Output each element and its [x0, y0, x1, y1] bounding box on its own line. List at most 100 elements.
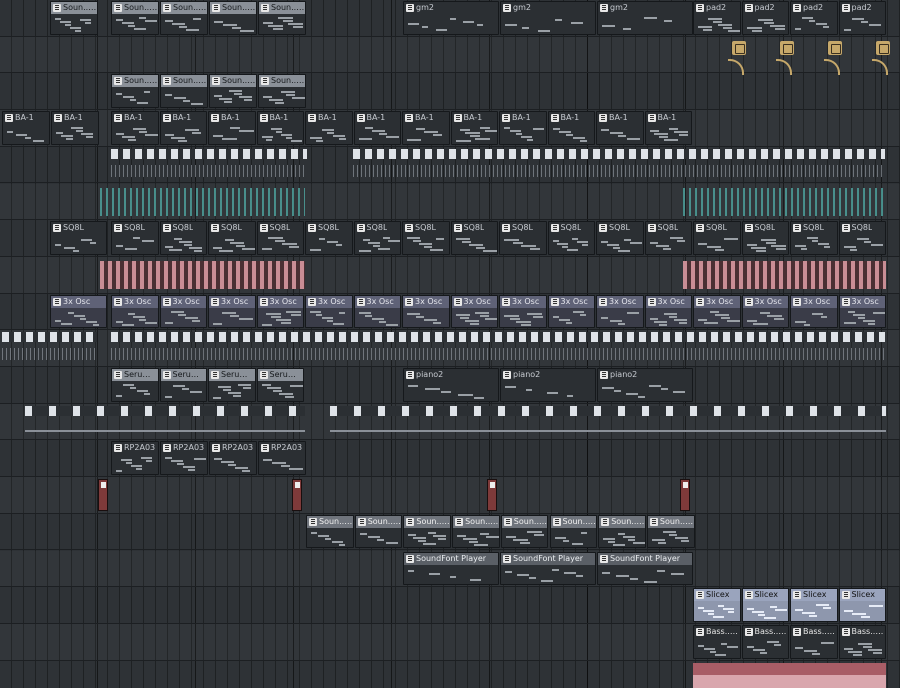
pattern-clip[interactable]: gm2	[597, 1, 693, 35]
pattern-clip[interactable]: BA-1	[111, 111, 159, 145]
pattern-clip[interactable]: Soun...yer	[209, 1, 257, 35]
playlist-track-6[interactable]	[0, 184, 900, 221]
pattern-menu-icon[interactable]	[744, 224, 753, 233]
pattern-clip[interactable]: Bass...sion	[838, 624, 886, 659]
pattern-clip[interactable]: pad2	[693, 1, 741, 35]
pattern-clip[interactable]: SQ8L	[741, 221, 789, 255]
pattern-menu-icon[interactable]	[744, 297, 753, 306]
pattern-clip[interactable]: SQ8L	[790, 221, 838, 255]
pattern-clip[interactable]: Soun...r #2	[111, 74, 159, 109]
pattern-clip[interactable]: 3x Osc	[353, 294, 401, 329]
pattern-clip[interactable]: 3x Osc	[305, 294, 353, 329]
pattern-menu-icon[interactable]	[744, 627, 753, 636]
playlist-track-5[interactable]	[0, 147, 900, 184]
playlist-track-3[interactable]: Soun...r #2 Soun...r #2 Soun...r #2 Soun...…	[0, 73, 900, 111]
pattern-clip[interactable]: BA-1	[450, 111, 498, 145]
pattern-menu-icon[interactable]	[163, 4, 171, 12]
pattern-clip[interactable]: Soun...yer	[598, 514, 646, 549]
pattern-menu-icon[interactable]	[600, 371, 608, 379]
pattern-menu-icon[interactable]	[259, 224, 268, 233]
pattern-menu-icon[interactable]	[649, 517, 658, 526]
pattern-menu-icon[interactable]	[5, 114, 13, 123]
pattern-clip[interactable]: Soun...yer	[160, 1, 208, 35]
pattern-clip[interactable]: Serum 2	[208, 368, 256, 402]
pattern-menu-icon[interactable]	[696, 627, 704, 636]
playlist-track-10[interactable]	[0, 330, 900, 367]
pattern-clip[interactable]: Soun...r #2	[209, 74, 257, 109]
pattern-clip[interactable]: BA-1	[208, 111, 256, 145]
pattern-clip[interactable]: Bass...sion	[790, 624, 838, 659]
pattern-menu-icon[interactable]	[552, 517, 561, 526]
pattern-menu-icon[interactable]	[647, 297, 656, 306]
pattern-menu-icon[interactable]	[696, 4, 704, 12]
pattern-strip[interactable]	[111, 148, 307, 159]
pattern-clip[interactable]: SQ8L	[838, 221, 886, 255]
automation-clip-icon[interactable]	[732, 40, 746, 55]
pattern-clip[interactable]: Slicex	[693, 588, 741, 622]
pattern-clip[interactable]: Serum 2	[159, 368, 207, 402]
pattern-clip[interactable]: SQ8L	[693, 221, 741, 255]
pattern-menu-icon[interactable]	[211, 224, 219, 233]
pattern-clip[interactable]: SQ8L	[450, 221, 498, 255]
pattern-menu-icon[interactable]	[114, 371, 122, 379]
audio-clip-teal[interactable]	[100, 187, 305, 216]
pattern-menu-icon[interactable]	[793, 591, 801, 600]
pattern-menu-icon[interactable]	[53, 4, 61, 12]
playlist-track-17[interactable]: Slicex Slicex Slicex Slicex	[0, 587, 900, 624]
pattern-menu-icon[interactable]	[356, 297, 365, 306]
pattern-menu-icon[interactable]	[357, 517, 366, 526]
pattern-clip[interactable]: SQ8L	[499, 221, 547, 255]
pattern-clip[interactable]: BA-1	[644, 111, 692, 145]
pattern-menu-icon[interactable]	[162, 114, 171, 123]
pattern-clip[interactable]: Soun...yer	[258, 1, 306, 35]
pattern-clip[interactable]: SoundFont Player	[500, 551, 596, 586]
pattern-menu-icon[interactable]	[261, 77, 269, 86]
audio-clip-pink[interactable]	[100, 260, 305, 289]
pattern-clip[interactable]: SQ8L	[159, 221, 207, 255]
playlist-track-13[interactable]: RP2A03 RP2A03 RP2A03 RP2A03	[0, 440, 900, 478]
playlist-track-9[interactable]: 3x Osc 3x Osc 3x Osc 3x Osc 3x Osc 3x Osc 3x O…	[0, 294, 900, 331]
pattern-menu-icon[interactable]	[453, 224, 462, 233]
pattern-clip[interactable]: Soun...yer	[306, 514, 354, 549]
pattern-clip[interactable]: BA-1	[499, 111, 547, 145]
pattern-menu-icon[interactable]	[599, 297, 607, 306]
pattern-clip[interactable]: 3x Osc	[838, 294, 886, 329]
pattern-clip[interactable]: pad2	[790, 1, 838, 35]
pattern-clip[interactable]: RP2A03	[209, 441, 257, 476]
pattern-menu-icon[interactable]	[406, 371, 414, 379]
pattern-clip[interactable]: Soun...r #2	[258, 74, 306, 109]
audio-clip[interactable]	[98, 479, 108, 512]
pattern-menu-icon[interactable]	[793, 627, 801, 636]
pattern-menu-icon[interactable]	[550, 114, 559, 123]
pattern-menu-icon[interactable]	[503, 371, 511, 379]
playlist-track-18[interactable]: Bass...sion Bass...sion Bass...sion Bass...…	[0, 624, 900, 661]
pattern-menu-icon[interactable]	[114, 444, 122, 453]
pattern-menu-icon[interactable]	[114, 297, 122, 306]
pattern-clip[interactable]: SQ8L	[256, 221, 304, 255]
pattern-clip[interactable]: 3x Osc	[644, 294, 692, 329]
playlist-track-8[interactable]	[0, 257, 900, 294]
pattern-clip[interactable]: 3x Osc	[450, 294, 498, 329]
pattern-menu-icon[interactable]	[696, 297, 704, 306]
pattern-clip[interactable]: Slicex	[741, 588, 789, 622]
pattern-menu-icon[interactable]	[600, 4, 608, 12]
pattern-menu-icon[interactable]	[356, 224, 365, 233]
pattern-menu-icon[interactable]	[406, 517, 415, 526]
pattern-clip[interactable]: 3x Osc	[111, 294, 159, 329]
pattern-menu-icon[interactable]	[308, 114, 316, 123]
pattern-menu-icon[interactable]	[696, 591, 704, 600]
pattern-clip[interactable]: SQ8L	[353, 221, 401, 255]
automation-clip-icon[interactable]	[876, 40, 890, 55]
automation-clip-icon[interactable]	[828, 40, 842, 55]
pattern-menu-icon[interactable]	[793, 4, 801, 12]
pattern-menu-icon[interactable]	[212, 77, 220, 86]
pattern-clip[interactable]: SQ8L	[50, 221, 107, 255]
pattern-clip[interactable]: SoundFont Player	[403, 551, 499, 586]
playlist-track-16[interactable]: SoundFont Player SoundFont Player SoundFon…	[0, 551, 900, 588]
pattern-menu-icon[interactable]	[793, 297, 801, 306]
pattern-menu-icon[interactable]	[405, 297, 413, 306]
pattern-clip[interactable]: pad2	[741, 1, 789, 35]
pattern-strip[interactable]	[2, 332, 97, 343]
audio-clip-pink[interactable]	[683, 260, 886, 289]
pattern-clip[interactable]: Soun...yer	[646, 514, 695, 549]
